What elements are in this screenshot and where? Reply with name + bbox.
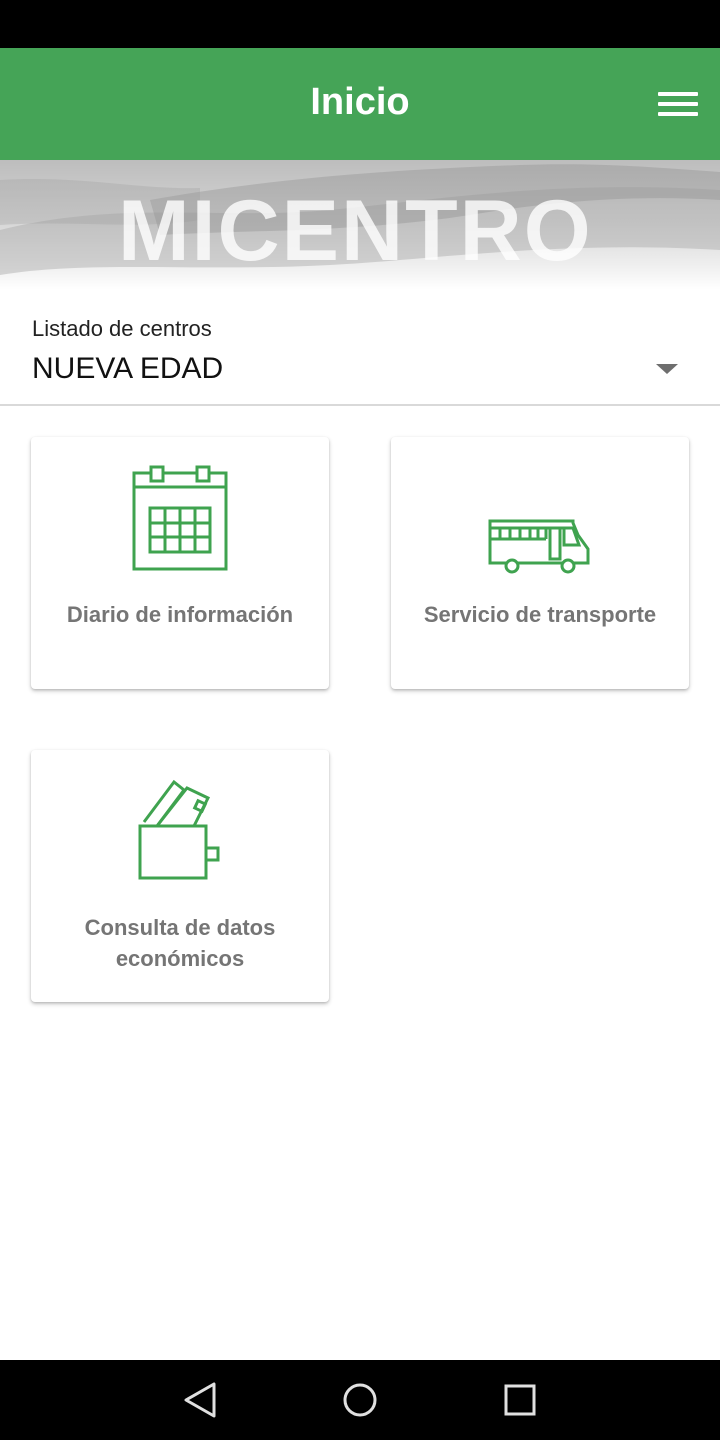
tile-label: Consulta de datos económicos [84,915,276,971]
page-title: Inicio [310,81,410,123]
tile-label: Servicio de transporte [423,602,657,627]
tile-label: Diario de información [66,602,294,627]
status-bar [0,0,720,48]
bus-icon [488,519,590,574]
recent-apps-icon[interactable] [496,1376,544,1424]
center-select-label: Listado de centros [32,316,212,341]
hamburger-menu-icon[interactable] [642,74,706,134]
app-bar: Inicio [0,48,720,160]
banner-logo: MICENTRO [118,183,593,279]
system-nav-bar [0,1360,720,1440]
home-icon[interactable] [336,1376,384,1424]
tile-consulta-datos-economicos[interactable]: Consulta de datos económicos [31,750,329,1002]
wallet-icon [138,779,220,880]
back-icon[interactable] [176,1376,224,1424]
center-select-dropdown[interactable]: Listado de centros NUEVA EDAD [0,290,720,406]
banner-image: MICENTRO [0,160,720,290]
tile-servicio-transporte[interactable]: Servicio de transporte [391,437,689,689]
center-select-value[interactable]: NUEVA EDAD [32,352,223,386]
calendar-icon [132,465,228,571]
tile-diario-informacion[interactable]: Diario de información [31,437,329,689]
dropdown-arrow-icon[interactable] [656,364,678,374]
